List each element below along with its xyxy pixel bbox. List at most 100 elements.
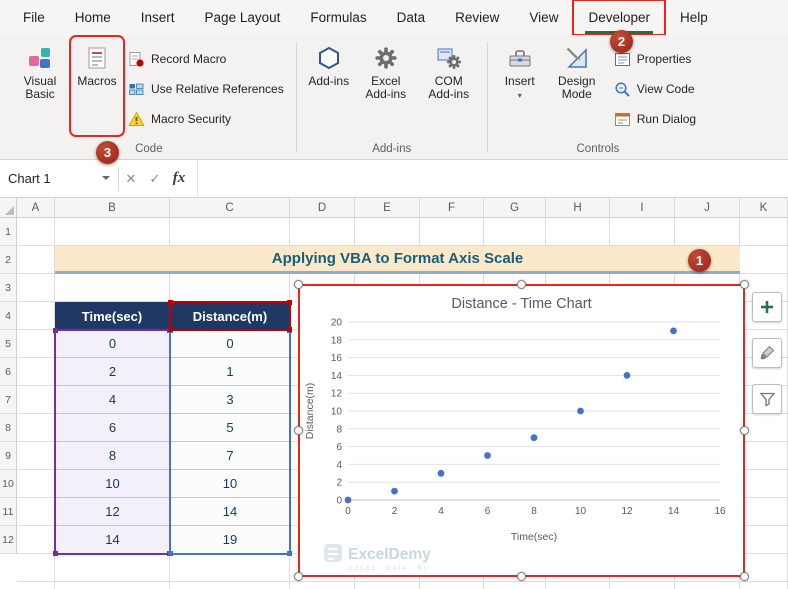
column-header-k[interactable]: K — [740, 198, 788, 217]
record-macro-button[interactable]: Record Macro — [128, 49, 284, 69]
chart-resize-handle[interactable] — [294, 280, 303, 289]
column-header-f[interactable]: F — [420, 198, 484, 217]
visual-basic-label: Visual Basic — [23, 74, 57, 101]
tab-label: Page Layout — [204, 10, 281, 25]
tab-formulas[interactable]: Formulas — [295, 0, 381, 35]
chart-filters-button[interactable] — [752, 384, 782, 414]
tab-insert[interactable]: Insert — [126, 0, 190, 35]
insert-control-button[interactable]: Insert ▾ — [496, 39, 544, 133]
cell-distance-row11[interactable]: 14 — [170, 498, 290, 526]
row-header-11[interactable]: 11 — [0, 498, 17, 526]
chart-resize-handle[interactable] — [740, 572, 749, 581]
tab-page-layout[interactable]: Page Layout — [190, 0, 296, 35]
chart[interactable]: 0 2 4 6 8 10 12 14 16 18 20 0 2 4 6 8 10 12 14 16 Distance -… — [294, 280, 749, 581]
cell-distance-row10[interactable]: 10 — [170, 470, 290, 498]
annotation-step-2-badge: 2 — [610, 30, 633, 53]
cell-distance-row5[interactable]: 0 — [170, 330, 290, 358]
macros-label: Macros — [77, 74, 117, 88]
tab-data[interactable]: Data — [382, 0, 441, 35]
row-header-4[interactable]: 4 — [0, 302, 17, 330]
column-header-d[interactable]: D — [290, 198, 355, 217]
com-add-ins-button[interactable]: COM Add-ins — [419, 39, 479, 133]
chart-resize-handle[interactable] — [516, 572, 526, 581]
cell-time-row6[interactable]: 2 — [55, 358, 170, 386]
cell-distance-row8[interactable]: 5 — [170, 414, 290, 442]
cell-time-row7[interactable]: 4 — [55, 386, 170, 414]
tab-help[interactable]: Help — [665, 0, 723, 35]
tab-file[interactable]: File — [8, 0, 60, 35]
column-header-a[interactable]: A — [17, 198, 55, 217]
formula-input[interactable] — [197, 160, 788, 197]
tab-home[interactable]: Home — [60, 0, 126, 35]
row-header-1[interactable]: 1 — [0, 218, 17, 246]
chart-resize-handle[interactable] — [740, 280, 749, 289]
insert-dropdown-icon[interactable]: ▾ — [518, 92, 522, 100]
table-header-time[interactable]: Time(sec) — [55, 302, 170, 330]
row-headers: 1 2 3 4 5 6 7 8 9 10 11 12 — [0, 218, 17, 554]
cell-distance-row6[interactable]: 1 — [170, 358, 290, 386]
tab-review[interactable]: Review — [440, 0, 514, 35]
macros-button[interactable]: Macros — [69, 35, 125, 137]
select-all-corner[interactable] — [0, 198, 17, 217]
cell-distance-row7[interactable]: 3 — [170, 386, 290, 414]
row-header-8[interactable]: 8 — [0, 414, 17, 442]
column-header-b[interactable]: B — [55, 198, 170, 217]
name-box-value: Chart 1 — [8, 171, 51, 186]
add-ins-button[interactable]: Add-ins — [305, 39, 353, 133]
chart-resize-handle[interactable] — [516, 280, 526, 289]
insert-function-icon[interactable]: fx — [167, 170, 191, 187]
column-header-h[interactable]: H — [546, 198, 610, 217]
macros-icon — [88, 47, 106, 69]
macro-security-button[interactable]: Macro Security — [128, 109, 284, 129]
formula-bar: Chart 1 ✕ ✓ fx — [0, 160, 788, 198]
chart-styles-button[interactable] — [752, 338, 782, 368]
design-mode-icon — [566, 47, 587, 68]
cell-time-row11[interactable]: 12 — [55, 498, 170, 526]
visual-basic-button[interactable]: Visual Basic — [10, 39, 70, 133]
table-header-distance[interactable]: Distance(m) — [170, 302, 290, 330]
row-header-3[interactable]: 3 — [0, 274, 17, 302]
column-header-j[interactable]: J — [675, 198, 740, 217]
chart-resize-handle[interactable] — [740, 425, 749, 435]
name-box[interactable]: Chart 1 — [0, 160, 118, 197]
column-header-c[interactable]: C — [170, 198, 290, 217]
row-header-7[interactable]: 7 — [0, 386, 17, 414]
com-add-ins-label: COM Add-ins — [428, 74, 470, 101]
column-header-e[interactable]: E — [355, 198, 420, 217]
row-header-10[interactable]: 10 — [0, 470, 17, 498]
chart-elements-button[interactable] — [752, 292, 782, 322]
sheet-grid[interactable]: Applying VBA to Format Axis Scale Time(s… — [17, 218, 788, 589]
run-dialog-icon — [614, 112, 630, 126]
cell-time-row9[interactable]: 8 — [55, 442, 170, 470]
svg-text:10: 10 — [575, 506, 587, 517]
row-header-5[interactable]: 5 — [0, 330, 17, 358]
cell-distance-row12[interactable]: 19 — [170, 526, 290, 554]
design-mode-button[interactable]: Design Mode — [547, 39, 607, 133]
column-header-i[interactable]: I — [610, 198, 675, 217]
chart-resize-handle[interactable] — [294, 425, 303, 435]
name-box-dropdown-icon[interactable] — [102, 176, 110, 184]
row-header-9[interactable]: 9 — [0, 442, 17, 470]
svg-text:16: 16 — [331, 353, 343, 364]
run-dialog-button[interactable]: Run Dialog — [614, 109, 696, 129]
add-ins-hexagon-icon — [318, 46, 339, 70]
macro-security-label: Macro Security — [151, 112, 232, 126]
chart-resize-handle[interactable] — [294, 572, 303, 581]
use-relative-references-button[interactable]: Use Relative References — [128, 79, 284, 99]
cancel-icon[interactable]: ✕ — [119, 171, 143, 187]
row-header-2[interactable]: 2 — [0, 246, 17, 274]
svg-text:18: 18 — [331, 335, 343, 346]
tab-view[interactable]: View — [514, 0, 573, 35]
column-header-g[interactable]: G — [484, 198, 546, 217]
enter-icon[interactable]: ✓ — [143, 171, 167, 187]
cell-time-row10[interactable]: 10 — [55, 470, 170, 498]
row-header-6[interactable]: 6 — [0, 358, 17, 386]
cell-time-row5[interactable]: 0 — [55, 330, 170, 358]
ribbon: Visual Basic Macros Record Macro Use Rel… — [0, 35, 788, 160]
cell-time-row12[interactable]: 14 — [55, 526, 170, 554]
excel-add-ins-button[interactable]: Excel Add-ins — [356, 39, 416, 133]
row-header-12[interactable]: 12 — [0, 526, 17, 554]
cell-time-row8[interactable]: 6 — [55, 414, 170, 442]
cell-distance-row9[interactable]: 7 — [170, 442, 290, 470]
view-code-button[interactable]: View Code — [614, 79, 696, 99]
